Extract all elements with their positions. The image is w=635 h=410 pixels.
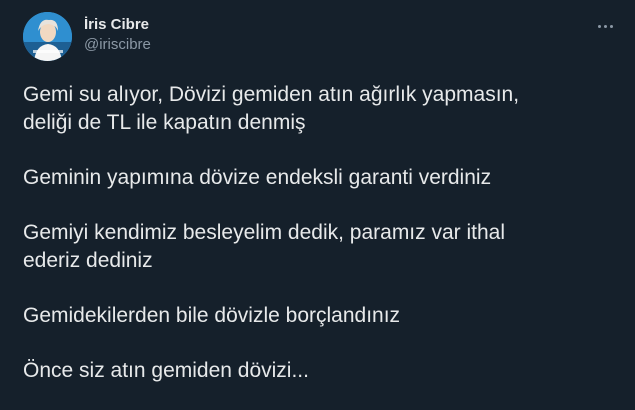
tweet-author[interactable]: İris Cibre @iriscibre — [84, 15, 151, 55]
tweet-paragraph: Gemidekilerden bile dövizle borçlandınız — [23, 304, 401, 327]
author-handle[interactable]: @iriscibre — [84, 35, 151, 55]
tweet-paragraph: Önce siz atın gemiden dövizi... — [23, 359, 309, 382]
more-options-button[interactable] — [594, 16, 616, 36]
tweet: İris Cibre @iriscibre Gemi su alıyor, Dö… — [0, 0, 635, 410]
tweet-paragraph: Gemiyi kendimiz besleyelim dedik, paramı… — [23, 221, 506, 272]
more-horizontal-icon — [597, 24, 601, 28]
tweet-paragraph: Gemi su alıyor, Dövizi gemiden atın ağır… — [23, 83, 520, 134]
tweet-text: Gemi su alıyor, Dövizi gemiden atın ağır… — [23, 81, 623, 410]
author-display-name[interactable]: İris Cibre — [84, 15, 151, 35]
avatar[interactable] — [23, 12, 72, 61]
more-horizontal-icon-dot — [603, 24, 607, 28]
avatar-image — [23, 12, 72, 61]
tweet-paragraph: Geminin yapımına dövize endeksli garanti… — [23, 166, 492, 189]
more-horizontal-icon-dot — [609, 24, 613, 28]
